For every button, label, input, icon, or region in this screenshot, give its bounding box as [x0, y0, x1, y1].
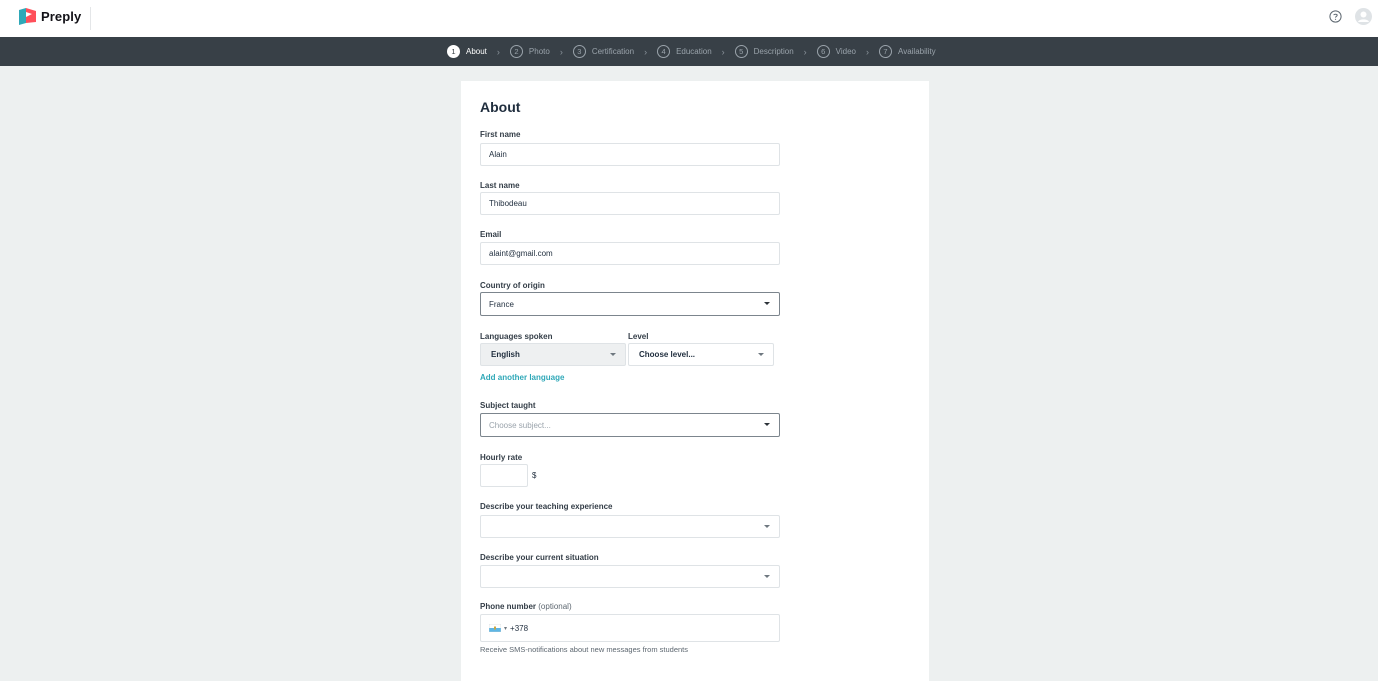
step-number: 4	[657, 45, 671, 58]
step-label: Photo	[528, 47, 550, 56]
top-bar: Preply	[0, 0, 1378, 37]
chevron-right-icon: ›	[721, 46, 725, 57]
current-situation-label: Describe your current situation	[480, 553, 599, 562]
page-title: About	[480, 99, 521, 115]
chevron-down-icon	[764, 302, 770, 305]
currency-symbol: $	[532, 471, 537, 480]
sms-note: Receive SMS-notifications about new mess…	[480, 645, 689, 654]
language-select[interactable]: English	[480, 343, 626, 366]
step-number: 2	[509, 45, 523, 58]
step-label: Description	[753, 47, 794, 56]
step-number: 5	[734, 45, 748, 58]
chevron-right-icon: ›	[866, 46, 869, 57]
first-name-label: First name	[480, 130, 521, 139]
step-label: Education	[676, 47, 712, 56]
user-avatar-icon[interactable]	[1355, 8, 1372, 25]
chevron-down-icon	[764, 575, 770, 578]
steps-list: 1 About › 2 Photo › 3 Certification › 4 …	[447, 37, 936, 66]
step-number: 1	[447, 45, 460, 58]
step-label: About	[466, 47, 487, 56]
divider	[90, 7, 91, 30]
help-icon[interactable]	[1329, 10, 1342, 23]
step-description[interactable]: 5 Description	[734, 45, 794, 58]
add-language-link[interactable]: Add another language	[480, 373, 564, 382]
last-name-input[interactable]: Thibodeau	[480, 192, 780, 215]
chevron-right-icon: ›	[803, 46, 807, 57]
flag-icon[interactable]	[489, 624, 501, 632]
step-about[interactable]: 1 About	[447, 45, 487, 58]
chevron-down-icon	[610, 353, 616, 356]
teaching-experience-select[interactable]	[480, 515, 780, 538]
step-label: Availability	[898, 47, 936, 56]
subject-label: Subject taught	[480, 401, 536, 410]
languages-label: Languages spoken	[480, 332, 553, 341]
hourly-rate-label: Hourly rate	[480, 453, 523, 462]
phone-code: +378	[510, 623, 529, 633]
step-navigation: 1 About › 2 Photo › 3 Certification › 4 …	[0, 37, 1378, 66]
email-input[interactable]: alaint@gmail.com	[480, 242, 780, 265]
preply-logo-icon	[19, 8, 36, 25]
last-name-value: Thibodeau	[489, 199, 527, 208]
step-number: 3	[572, 45, 586, 58]
country-select[interactable]: France	[480, 292, 780, 316]
chevron-down-icon[interactable]: ▾	[504, 625, 507, 632]
chevron-right-icon: ›	[644, 46, 648, 57]
chevron-down-icon	[764, 525, 770, 528]
first-name-input[interactable]: Alain	[480, 143, 780, 166]
country-label: Country of origin	[480, 281, 545, 290]
phone-label-text: Phone number	[480, 602, 537, 611]
level-select[interactable]: Choose level...	[628, 343, 774, 366]
step-education[interactable]: 4 Education	[657, 45, 712, 58]
last-name-label: Last name	[480, 181, 520, 190]
subject-select[interactable]: Choose subject...	[480, 413, 780, 437]
about-form-card: About First name Alain Last name Thibode…	[461, 81, 929, 681]
step-label: Video	[835, 47, 856, 56]
chevron-down-icon	[758, 353, 764, 356]
subject-placeholder: Choose subject...	[489, 420, 551, 430]
level-value: Choose level...	[639, 350, 696, 359]
email-label: Email	[480, 230, 502, 239]
phone-optional: (optional)	[538, 602, 572, 611]
teaching-experience-label: Describe your teaching experience	[480, 502, 613, 511]
phone-label: Phone number (optional)	[480, 602, 572, 611]
logo-text: Preply	[41, 9, 82, 24]
level-label: Level	[628, 332, 649, 341]
step-label: Certification	[591, 47, 635, 56]
chevron-right-icon: ›	[559, 46, 563, 57]
email-value: alaint@gmail.com	[489, 249, 553, 258]
language-value: English	[491, 350, 520, 359]
phone-input[interactable]: ▾ +378	[480, 614, 780, 642]
step-certification[interactable]: 3 Certification	[572, 45, 635, 58]
hourly-rate-input[interactable]	[480, 464, 528, 487]
step-video[interactable]: 6 Video	[816, 45, 856, 58]
step-number: 6	[816, 45, 830, 58]
step-availability[interactable]: 7 Availability	[879, 45, 936, 58]
chevron-right-icon: ›	[496, 46, 500, 57]
step-photo[interactable]: 2 Photo	[509, 45, 550, 58]
first-name-value: Alain	[489, 150, 507, 159]
current-situation-select[interactable]	[480, 565, 780, 588]
logo[interactable]: Preply	[19, 8, 81, 25]
step-number: 7	[879, 45, 892, 58]
country-value: France	[489, 299, 514, 309]
chevron-down-icon	[764, 423, 770, 426]
